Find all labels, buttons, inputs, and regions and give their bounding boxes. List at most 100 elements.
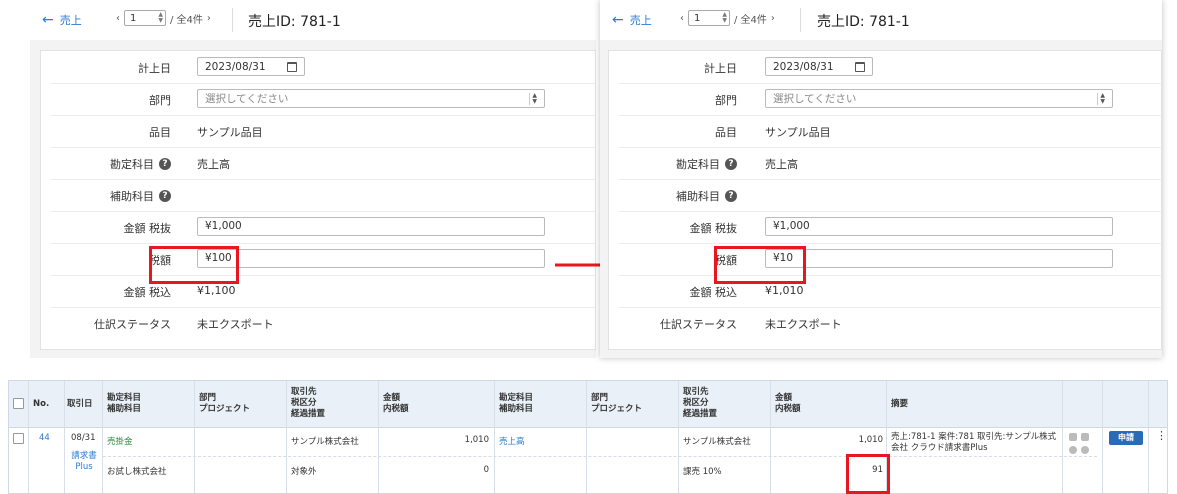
date-field[interactable]: 2023/08/31 [197, 57, 305, 76]
help-icon[interactable]: ? [725, 190, 737, 202]
item-label: 品目 [149, 126, 171, 139]
row-amount-excl: 金額 税抜 ¥1,000 [619, 211, 1161, 244]
header-credit-partner: 取引先 税区分 経過措置 [683, 387, 718, 419]
header-credit-account: 勘定科目 補助科目 [499, 393, 534, 414]
apply-button[interactable]: 申請 [1109, 431, 1143, 445]
detail-form: 計上日 2023/08/31 部門 選択してください ▲ ▼ 品目 サンプル品目 勘… [40, 50, 596, 350]
back-label: 売上 [59, 14, 82, 27]
debit-sub-account: お試し株式会社 [107, 467, 167, 477]
row-dept: 部門 選択してください ▲ ▼ [619, 83, 1161, 116]
stepper-icon[interactable]: ▲ ▼ [158, 12, 163, 24]
amount-incl-value: ¥1,100 [197, 284, 236, 297]
status-value: 未エクスポート [765, 318, 842, 331]
sub-account-label: 補助科目? [676, 188, 737, 204]
detail-form: 計上日 2023/08/31 部門 選択してください ▲ ▼ 品目 サンプル品目 勘… [608, 50, 1162, 350]
pager: ‹ 1 ▲ ▼ / 全4件 › [116, 10, 211, 26]
page-number-input[interactable]: 1 ▲ ▼ [688, 10, 730, 26]
debit-tax-class: 対象外 [291, 467, 317, 477]
back-link[interactable]: ← 売上 [612, 12, 652, 28]
detail-body: 計上日 2023/08/31 部門 選択してください ▲ ▼ 品目 サンプル品目 勘… [600, 40, 1162, 358]
dept-label: 部門 [149, 94, 171, 107]
comment-icon[interactable] [1081, 446, 1089, 454]
journal-table: No. 取引日 勘定科目 補助科目 部門 プロジェクト 取引先 税区分 経過措置… [8, 380, 1168, 494]
row-status: 仕訳ステータス 未エクスポート [619, 307, 1161, 339]
more-menu-icon[interactable]: ⋮ [1156, 430, 1167, 441]
header-date: 取引日 [67, 399, 93, 409]
calendar-icon[interactable] [855, 61, 865, 72]
arrow-left-icon: ← [612, 11, 624, 28]
row-item: 品目 サンプル品目 [51, 115, 595, 148]
row-checkbox[interactable] [13, 433, 24, 444]
credit-amount: 1,010 [858, 435, 883, 445]
row-account: 勘定科目? 売上高 [51, 147, 595, 180]
row-no-link[interactable]: 44 [39, 433, 50, 443]
select-arrows-icon: ▲ ▼ [529, 92, 537, 105]
item-value: サンプル品目 [765, 126, 831, 139]
dept-select[interactable]: 選択してください ▲ ▼ [765, 89, 1113, 108]
credit-account[interactable]: 売上高 [499, 435, 525, 447]
row-dept: 部門 選択してください ▲ ▼ [51, 83, 595, 116]
prev-icon[interactable]: ‹ [116, 13, 120, 24]
stepper-icon[interactable]: ▲ ▼ [722, 12, 727, 24]
header-no: No. [33, 399, 50, 409]
header-credit-dept: 部門 プロジェクト [591, 393, 643, 414]
tag-icon[interactable] [1069, 433, 1077, 441]
attachment-icon[interactable] [1069, 446, 1077, 454]
select-arrows-icon: ▲ ▼ [1097, 92, 1105, 105]
header-divider [232, 8, 233, 32]
source-link[interactable]: 請求書 Plus [67, 451, 101, 473]
row-amount-excl: 金額 税抜 ¥1,000 [51, 211, 595, 244]
row-amount-incl: 金額 税込 ¥1,100 [51, 275, 595, 308]
amount-incl-value: ¥1,010 [765, 284, 804, 297]
header-memo: 摘要 [891, 399, 909, 409]
prev-icon[interactable]: ‹ [680, 13, 684, 24]
select-all-checkbox[interactable] [13, 398, 24, 409]
header-debit-amount: 金額 内税額 [383, 393, 409, 414]
account-label: 勘定科目? [110, 156, 171, 172]
row-status: 仕訳ステータス 未エクスポート [51, 307, 595, 339]
next-icon[interactable]: › [771, 13, 775, 24]
back-link[interactable]: ← 売上 [42, 12, 82, 28]
detail-body: 計上日 2023/08/31 部門 選択してください ▲ ▼ 品目 サンプル品目 勘… [30, 40, 596, 358]
status-label: 仕訳ステータス [660, 318, 737, 331]
calendar-icon[interactable] [287, 61, 297, 72]
row-date: 08/31 [71, 433, 96, 443]
header-credit-amount: 金額 内税額 [775, 393, 801, 414]
page-number-input[interactable]: 1 ▲ ▼ [124, 10, 166, 26]
credit-partner: サンプル株式会社 [683, 437, 751, 447]
debit-account[interactable]: 売掛金 [107, 435, 133, 447]
page-total: / 全4件 [170, 14, 203, 26]
row-amount-incl: 金額 税込 ¥1,010 [619, 275, 1161, 308]
amount-excl-input[interactable]: ¥1,000 [765, 217, 1113, 236]
credit-tax-class: 課売 10% [683, 467, 722, 477]
debit-tax-amount: 0 [483, 465, 489, 475]
row-tax: 税額 ¥10 [619, 243, 1161, 276]
row-tax: 税額 ¥100 [51, 243, 595, 276]
amount-excl-input[interactable]: ¥1,000 [197, 217, 545, 236]
row-date: 計上日 2023/08/31 [619, 51, 1161, 84]
amount-excl-label: 金額 税抜 [123, 222, 172, 235]
date-field[interactable]: 2023/08/31 [765, 57, 873, 76]
row-item: 品目 サンプル品目 [619, 115, 1161, 148]
dept-select[interactable]: 選択してください ▲ ▼ [197, 89, 545, 108]
tax-input[interactable]: ¥10 [765, 249, 1113, 268]
help-icon[interactable]: ? [159, 190, 171, 202]
debit-partner: サンプル株式会社 [291, 437, 359, 447]
row-account: 勘定科目? 売上高 [619, 147, 1161, 180]
account-label: 勘定科目? [676, 156, 737, 172]
header-debit-account: 勘定科目 補助科目 [107, 393, 142, 414]
row-sub-account: 補助科目? [619, 179, 1161, 212]
detail-header: ← 売上 ‹ 1 ▲ ▼ / 全4件 › 売上ID: 781-1 [600, 0, 1162, 41]
tax-input[interactable]: ¥100 [197, 249, 545, 268]
amount-incl-label: 金額 税込 [689, 286, 738, 299]
memo-text: 売上:781-1 案件:781 取引先:サンプル株式会社 クラウド請求書Plus [891, 432, 1057, 453]
status-value: 未エクスポート [197, 318, 274, 331]
detail-header: ← 売上 ‹ 1 ▲ ▼ / 全4件 › 売上ID: 781-1 [30, 0, 596, 41]
item-label: 品目 [715, 126, 737, 139]
next-icon[interactable]: › [207, 13, 211, 24]
document-icon[interactable] [1081, 433, 1089, 441]
help-icon[interactable]: ? [725, 158, 737, 170]
highlight-box [846, 454, 890, 494]
header-debit-partner: 取引先 税区分 経過措置 [291, 387, 326, 419]
help-icon[interactable]: ? [159, 158, 171, 170]
